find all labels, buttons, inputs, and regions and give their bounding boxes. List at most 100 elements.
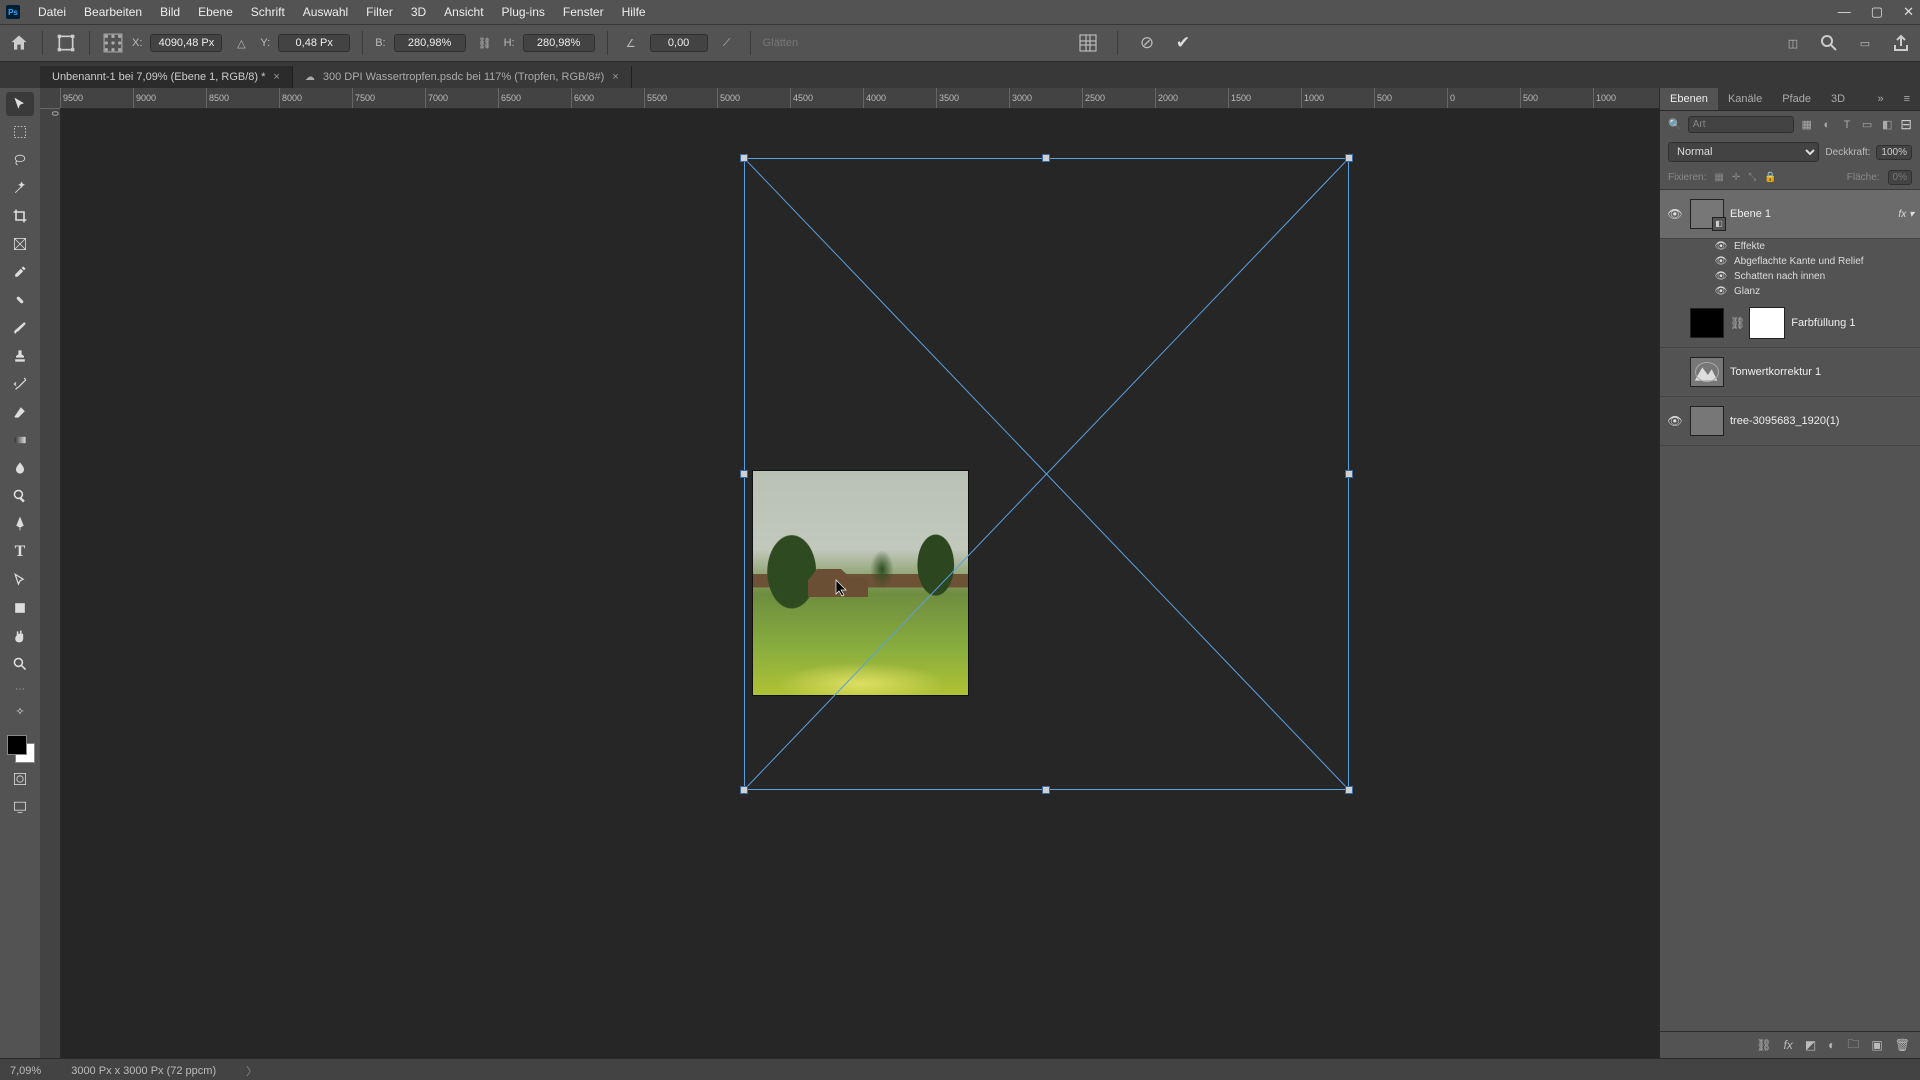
eraser-tool-icon[interactable]	[6, 400, 34, 424]
frame-tool-icon[interactable]	[6, 232, 34, 256]
transform-handle-se[interactable]	[1345, 786, 1353, 794]
type-tool-icon[interactable]: T	[6, 540, 34, 564]
adjustment-layer-icon[interactable]: ◐	[1828, 1038, 1835, 1052]
effects-visibility-icon[interactable]: 👁	[1714, 241, 1728, 252]
lock-artboard-icon[interactable]: ⤡	[1748, 172, 1756, 183]
hand-tool-icon[interactable]	[6, 624, 34, 648]
layer-row-ebene1[interactable]: 👁 ◧ Ebene 1 fx ▾	[1660, 190, 1920, 239]
layer-thumbnail[interactable]: ◧	[1690, 199, 1724, 229]
cloud-docs-icon[interactable]: ◫	[1782, 32, 1804, 54]
menu-schrift[interactable]: Schrift	[251, 5, 285, 19]
layer-thumbnail[interactable]	[1690, 406, 1724, 436]
menu-bearbeiten[interactable]: Bearbeiten	[84, 5, 142, 19]
lock-all-icon[interactable]: 🔒	[1764, 172, 1776, 183]
layer-filter-input[interactable]: Art	[1688, 116, 1794, 133]
menu-plugins[interactable]: Plug-ins	[502, 5, 545, 19]
panel-collapse-icon[interactable]: »	[1867, 88, 1893, 110]
pen-tool-icon[interactable]	[6, 512, 34, 536]
close-tab-icon[interactable]: ×	[612, 71, 618, 83]
window-minimize-icon[interactable]: —	[1838, 4, 1851, 20]
menu-3d[interactable]: 3D	[411, 5, 426, 19]
workspace-icon[interactable]: ▭	[1854, 32, 1876, 54]
eyedropper-tool-icon[interactable]	[6, 260, 34, 284]
lock-pixels-icon[interactable]: ▦	[1714, 172, 1723, 183]
filter-adjust-icon[interactable]: ◐	[1820, 118, 1834, 132]
stamp-tool-icon[interactable]	[6, 344, 34, 368]
commit-transform-icon[interactable]: ✔	[1172, 32, 1194, 54]
link-layers-icon[interactable]: ⛓	[1756, 1038, 1771, 1052]
path-select-tool-icon[interactable]	[6, 568, 34, 592]
layer-name[interactable]: tree-3095683_1920(1)	[1730, 415, 1914, 427]
wand-tool-icon[interactable]	[6, 176, 34, 200]
delta-icon[interactable]: △	[230, 32, 252, 54]
panel-tab-3d[interactable]: 3D	[1821, 88, 1855, 110]
filter-toggle-icon[interactable]: ⊟	[1900, 116, 1912, 133]
vertical-ruler[interactable]: 0	[40, 108, 61, 1058]
menu-auswahl[interactable]: Auswahl	[303, 5, 348, 19]
menu-ansicht[interactable]: Ansicht	[444, 5, 483, 19]
layer-fx-badge[interactable]: fx ▾	[1898, 209, 1914, 220]
transform-handle-nw[interactable]	[740, 154, 748, 162]
layer-row-tonwert[interactable]: Tonwertkorrektur 1	[1660, 348, 1920, 397]
transform-handle-w[interactable]	[740, 470, 748, 478]
brush-tool-icon[interactable]	[6, 316, 34, 340]
ruler-origin[interactable]	[40, 88, 61, 109]
window-maximize-icon[interactable]: ▢	[1871, 4, 1883, 20]
edit-toolbar-icon[interactable]: ✧	[6, 699, 34, 723]
reference-point-icon[interactable]	[102, 32, 124, 54]
transform-handle-s[interactable]	[1042, 786, 1050, 794]
lasso-tool-icon[interactable]	[6, 148, 34, 172]
zoom-tool-icon[interactable]	[6, 652, 34, 676]
transform-preset-icon[interactable]	[55, 32, 77, 54]
panel-tab-ebenen[interactable]: Ebenen	[1660, 88, 1718, 110]
transform-handle-n[interactable]	[1042, 154, 1050, 162]
marquee-tool-icon[interactable]	[6, 120, 34, 144]
dodge-tool-icon[interactable]	[6, 484, 34, 508]
status-more-icon[interactable]: 〉	[246, 1063, 257, 1079]
home-icon[interactable]	[8, 32, 30, 54]
filter-pixel-icon[interactable]: ▦	[1800, 118, 1814, 132]
color-swatches[interactable]	[5, 733, 35, 763]
y-value[interactable]: 0,48 Px	[278, 34, 350, 52]
layer-name[interactable]: Tonwertkorrektur 1	[1730, 366, 1914, 378]
visibility-toggle-icon[interactable]: 👁	[1666, 207, 1684, 221]
fill-value[interactable]: 0%	[1888, 170, 1912, 185]
foreground-color[interactable]	[7, 735, 27, 755]
layer-style-icon[interactable]: fx	[1783, 1038, 1792, 1052]
window-close-icon[interactable]: ✕	[1903, 4, 1914, 20]
layer-name[interactable]: Ebene 1	[1730, 208, 1892, 220]
new-layer-icon[interactable]: ▣	[1871, 1038, 1882, 1052]
toolbox-more-icon[interactable]: ⋯	[15, 684, 25, 695]
crop-tool-icon[interactable]	[6, 204, 34, 228]
panel-menu-icon[interactable]: ≡	[1894, 88, 1920, 110]
layer-mask-thumbnail[interactable]	[1749, 307, 1785, 339]
history-brush-tool-icon[interactable]	[6, 372, 34, 396]
search-icon[interactable]	[1818, 32, 1840, 54]
effect-inner-shadow[interactable]: 👁Schatten nach innen	[1660, 269, 1920, 284]
horizontal-ruler[interactable]: 9500900085008000750070006500600055005000…	[60, 88, 1659, 109]
effect-bevel[interactable]: 👁Abgeflachte Kante und Relief	[1660, 254, 1920, 269]
status-docinfo[interactable]: 3000 Px x 3000 Px (72 ppcm)	[71, 1065, 216, 1077]
filter-smart-icon[interactable]: ◧	[1880, 118, 1894, 132]
effects-header[interactable]: 👁 Effekte	[1660, 239, 1920, 254]
quickmask-icon[interactable]	[6, 767, 34, 791]
cancel-transform-icon[interactable]: ⊘	[1136, 32, 1158, 54]
transform-bounding-box[interactable]	[744, 158, 1349, 790]
layer-row-farbfuellung[interactable]: ⛓ Farbfüllung 1	[1660, 299, 1920, 348]
x-value[interactable]: 4090,48 Px	[150, 34, 222, 52]
document-tab-1[interactable]: Unbenannt-1 bei 7,09% (Ebene 1, RGB/8) *…	[40, 66, 293, 88]
move-tool-icon[interactable]	[6, 92, 34, 116]
layer-name[interactable]: Farbfüllung 1	[1791, 317, 1914, 329]
layer-row-tree[interactable]: 👁 tree-3095683_1920(1)	[1660, 397, 1920, 446]
menu-fenster[interactable]: Fenster	[563, 5, 604, 19]
h-value[interactable]: 280,98%	[523, 34, 595, 52]
layer-thumbnail[interactable]	[1690, 357, 1724, 387]
transform-handle-e[interactable]	[1345, 470, 1353, 478]
layer-thumbnail[interactable]	[1690, 308, 1724, 338]
w-value[interactable]: 280,98%	[394, 34, 466, 52]
status-zoom[interactable]: 7,09%	[10, 1065, 41, 1077]
filter-shape-icon[interactable]: ▭	[1860, 118, 1874, 132]
opacity-value[interactable]: 100%	[1876, 145, 1912, 160]
warp-mode-icon[interactable]	[1077, 32, 1099, 54]
blur-tool-icon[interactable]	[6, 456, 34, 480]
